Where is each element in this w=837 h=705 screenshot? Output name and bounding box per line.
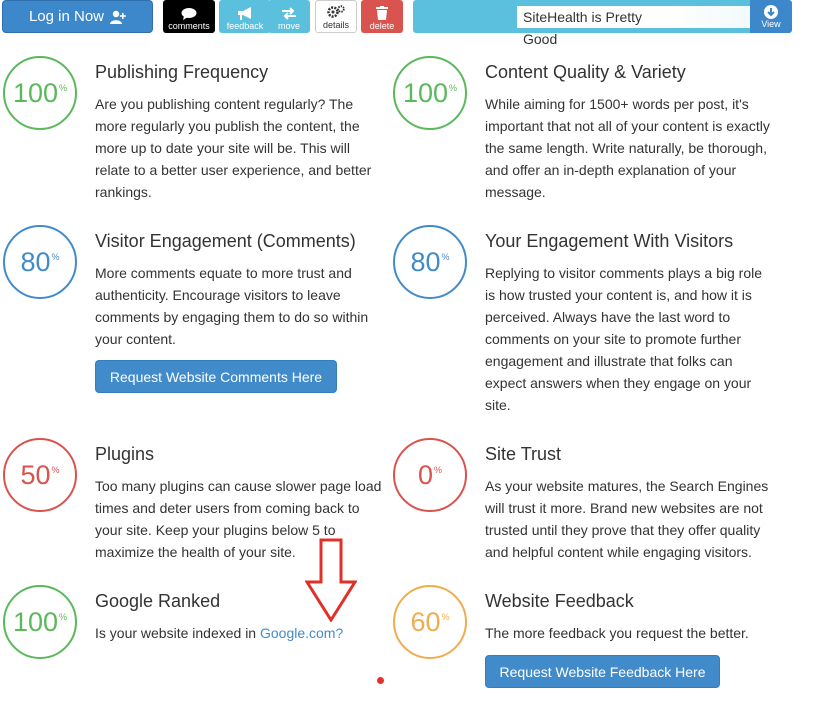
plugins-score: 50	[20, 459, 51, 490]
red-down-arrow-icon	[305, 538, 357, 622]
site-health-status: SiteHealth is Pretty Good	[517, 6, 667, 47]
details-button[interactable]: details	[315, 0, 357, 33]
request-comments-button[interactable]: Request Website Comments Here	[95, 360, 337, 393]
comments-button[interactable]: comments	[163, 0, 215, 33]
your-engagement-score-circle: 80%	[393, 225, 467, 299]
download-circle-icon	[764, 4, 778, 19]
view-label: View	[761, 18, 781, 29]
red-dot-marker	[377, 677, 384, 684]
view-button[interactable]: View	[750, 0, 792, 33]
publishing-description: Are you publishing content regularly? Th…	[95, 96, 372, 200]
add-user-icon	[110, 10, 126, 24]
content-title: Content Quality & Variety	[485, 62, 686, 82]
site-health-fade	[667, 6, 750, 28]
google-score: 100	[12, 606, 59, 637]
your-engagement-score: 80	[410, 246, 441, 277]
percent-sign: %	[441, 252, 450, 262]
feedback-description: The more feedback you request the better…	[485, 625, 749, 641]
google-score-circle: 100%	[3, 585, 77, 659]
comment-bubble-icon	[181, 8, 197, 20]
feedback-score: 60	[410, 606, 441, 637]
publishing-score: 100	[12, 77, 59, 108]
trust-score-circle: 0%	[393, 438, 467, 512]
feedback-title: Website Feedback	[485, 591, 634, 611]
visitor-description: More comments equate to more trust and a…	[95, 265, 369, 347]
content-score-circle: 100%	[393, 56, 467, 130]
percent-sign: %	[59, 612, 68, 622]
move-button[interactable]: move	[268, 0, 310, 33]
feedback-label: feedback	[226, 21, 264, 31]
percent-sign: %	[51, 465, 60, 475]
google-description-text: Is your website indexed in	[95, 625, 257, 641]
percent-sign: %	[59, 83, 68, 93]
content-score: 100	[402, 77, 449, 108]
trust-title: Site Trust	[485, 444, 562, 464]
plugins-title: Plugins	[95, 444, 155, 464]
delete-button[interactable]: delete	[361, 0, 403, 33]
google-description: Is your website indexed in Google.com?	[95, 622, 395, 644]
visitor-score-circle: 80%	[3, 225, 77, 299]
log-in-label: Log in Now	[28, 8, 105, 25]
request-feedback-button[interactable]: Request Website Feedback Here	[485, 655, 720, 688]
your-engagement-description: Replying to visitor comments plays a big…	[485, 265, 763, 413]
visitor-title: Visitor Engagement (Comments)	[95, 231, 356, 251]
feedback-score-circle: 60%	[393, 585, 467, 659]
gears-icon	[327, 5, 345, 18]
swap-arrows-icon	[282, 7, 296, 20]
publishing-score-circle: 100%	[3, 56, 77, 130]
delete-label: delete	[369, 21, 395, 31]
trust-score: 0	[417, 459, 433, 490]
google-link[interactable]: Google.com?	[260, 625, 343, 641]
content-description: While aiming for 1500+ words per post, i…	[485, 96, 770, 200]
comments-label: comments	[168, 21, 210, 31]
plugins-score-circle: 50%	[3, 438, 77, 512]
publishing-title: Publishing Frequency	[95, 62, 269, 82]
details-label: details	[322, 20, 349, 30]
trust-description: As your website matures, the Search Engi…	[485, 478, 769, 560]
trash-icon	[376, 6, 388, 20]
percent-sign: %	[434, 465, 443, 475]
your-engagement-title: Your Engagement With Visitors	[485, 231, 734, 251]
percent-sign: %	[449, 83, 458, 93]
visitor-score: 80	[20, 246, 51, 277]
log-in-button[interactable]: Log in Now	[2, 0, 153, 33]
feedback-button[interactable]: feedback	[219, 0, 271, 33]
google-title: Google Ranked	[95, 591, 221, 611]
megaphone-icon	[238, 7, 251, 20]
percent-sign: %	[441, 612, 450, 622]
move-label: move	[277, 21, 300, 31]
percent-sign: %	[51, 252, 60, 262]
